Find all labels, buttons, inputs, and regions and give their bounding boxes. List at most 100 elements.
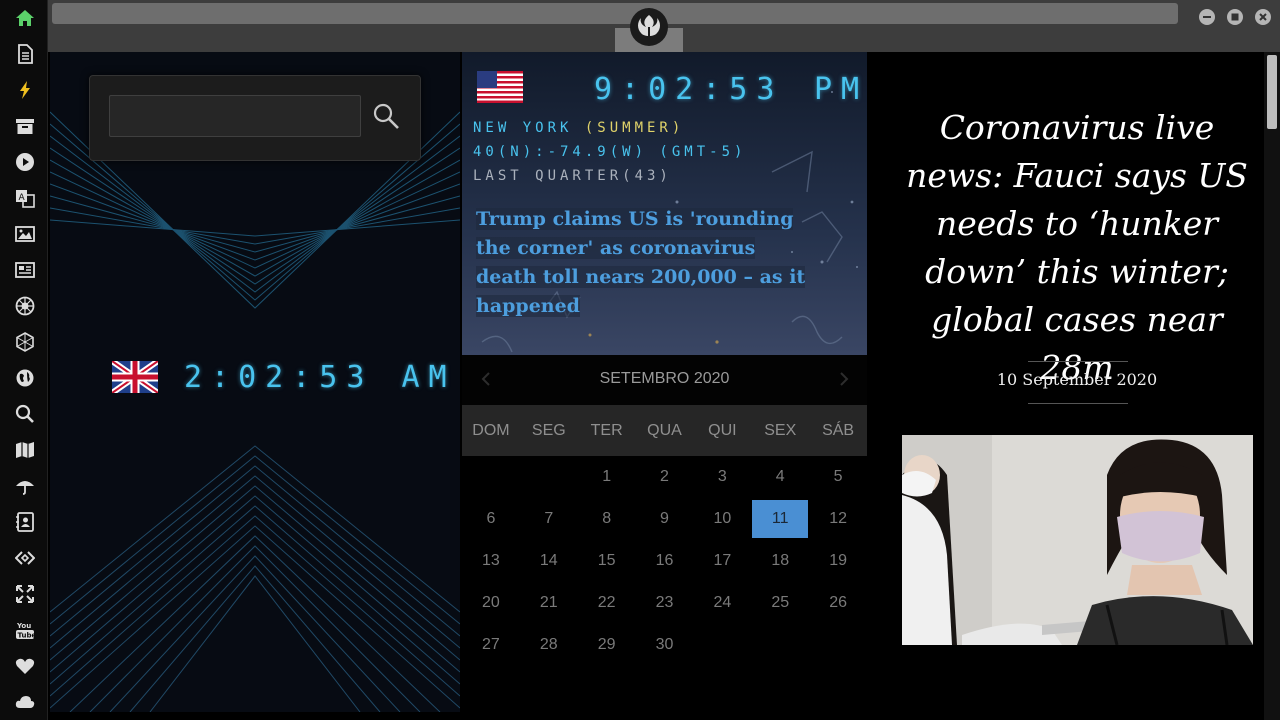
weekday-label: SÁB	[822, 421, 855, 439]
hexagon-network-icon[interactable]	[14, 331, 36, 353]
globe-icon[interactable]	[14, 367, 36, 389]
uk-clock: 2:02:53 AM	[112, 359, 456, 395]
rebel-alliance-icon[interactable]	[14, 295, 36, 317]
url-bar[interactable]	[52, 3, 1178, 24]
rebel-alliance-icon[interactable]	[630, 8, 668, 46]
calendar-day[interactable]: 23	[636, 582, 694, 624]
contacts-icon[interactable]	[14, 511, 36, 533]
window-titlebar	[48, 0, 1280, 52]
code-link-icon[interactable]	[14, 547, 36, 569]
calendar-header: SETEMBRO 2020	[462, 355, 867, 405]
calendar-day[interactable]: 6	[462, 498, 520, 540]
uk-flag-icon	[112, 361, 158, 393]
calendar-day[interactable]: 19	[809, 540, 867, 582]
calendar-day[interactable]: 24	[693, 582, 751, 624]
archive-icon[interactable]	[14, 115, 36, 137]
calendar-day[interactable]: 17	[693, 540, 751, 582]
svg-text:You: You	[16, 622, 31, 630]
search-icon[interactable]	[370, 100, 402, 132]
chevron-right-icon[interactable]	[832, 368, 854, 390]
maximize-icon[interactable]	[1227, 9, 1243, 25]
calendar-day[interactable]: 7	[520, 498, 578, 540]
uk-ampm: AM	[401, 359, 456, 395]
news-calendar-panel: 9:02:53 PM NEW YORK (SUMMER) 40(N):-74.9…	[462, 52, 867, 712]
article-panel: Coronavirus live news: Fauci says US nee…	[868, 52, 1264, 712]
calendar-day[interactable]: 29	[578, 624, 636, 666]
timezone-coords: 40(N):-74.9(W) (GMT-5)	[473, 144, 747, 160]
calendar-day[interactable]: 12	[809, 498, 867, 540]
calendar-day[interactable]: 8	[578, 498, 636, 540]
calendar-weekdays: DOM SEG TER QUA QUI SEX SÁB	[462, 405, 867, 456]
fullscreen-icon[interactable]	[14, 583, 36, 605]
world-clock-panel: 2:02:53 AM	[50, 52, 460, 712]
us-time: 9:02:53	[594, 72, 784, 107]
weekday-label: QUI	[708, 421, 737, 439]
calendar-day[interactable]: 5	[809, 456, 867, 498]
search-box	[89, 75, 421, 161]
translate-icon[interactable]: A	[14, 187, 36, 209]
article-date: 10 September 2020	[996, 370, 1158, 389]
play-icon[interactable]	[14, 151, 36, 173]
calendar-day[interactable]: 22	[578, 582, 636, 624]
calendar-day[interactable]: 9	[636, 498, 694, 540]
divider	[1028, 403, 1128, 404]
calendar-day[interactable]: 28	[520, 624, 578, 666]
weekday-label: SEX	[764, 421, 797, 439]
svg-text:A: A	[19, 193, 26, 203]
app-sidebar: A You Tube	[0, 0, 48, 720]
calendar-day[interactable]: 20	[462, 582, 520, 624]
calendar-day[interactable]: 27	[462, 624, 520, 666]
calendar-day[interactable]: 13	[462, 540, 520, 582]
calendar-day[interactable]: 15	[578, 540, 636, 582]
heart-icon[interactable]	[14, 655, 36, 677]
youtube-icon[interactable]: You Tube	[14, 619, 36, 641]
search-icon[interactable]	[14, 403, 36, 425]
news-headline-text: Trump claims US is 'rounding the corner'…	[476, 208, 806, 317]
weekday-label: DOM	[472, 421, 510, 439]
season-label: (SUMMER)	[584, 120, 685, 136]
calendar-day[interactable]: 10	[693, 498, 751, 540]
close-icon[interactable]	[1255, 9, 1271, 25]
news-headline-link[interactable]: Trump claims US is 'rounding the corner'…	[476, 205, 816, 321]
scrollbar[interactable]	[1264, 52, 1280, 720]
calendar-days: 1 2 3 4 5 6 7 8 9 10 11 12 13 14 15 16 17 18 19 20 21 22 23 24 2…	[462, 456, 867, 666]
calendar-day[interactable]: 16	[636, 540, 694, 582]
cloud-icon[interactable]	[14, 691, 36, 713]
umbrella-icon[interactable]	[14, 475, 36, 497]
image-icon[interactable]	[14, 223, 36, 245]
minimize-icon[interactable]	[1199, 9, 1215, 25]
calendar: SETEMBRO 2020 DOM SEG TER QUA QUI SEX SÁ…	[462, 355, 867, 712]
newspaper-icon[interactable]	[14, 259, 36, 281]
scrollbar-thumb[interactable]	[1267, 55, 1277, 129]
calendar-blank	[520, 456, 578, 498]
uk-time: 2:02:53	[184, 359, 374, 395]
calendar-blank	[462, 456, 520, 498]
calendar-day[interactable]: 30	[636, 624, 694, 666]
map-icon[interactable]	[14, 439, 36, 461]
us-clock-news: 9:02:53 PM NEW YORK (SUMMER) 40(N):-74.9…	[462, 52, 867, 355]
article-photo[interactable]	[902, 435, 1253, 645]
article-title[interactable]: Coronavirus live news: Fauci says US nee…	[890, 104, 1264, 392]
us-flag-icon	[477, 71, 523, 103]
home-icon[interactable]	[14, 7, 36, 29]
moon-phase: LAST QUARTER(43)	[473, 168, 672, 184]
calendar-day[interactable]: 25	[751, 582, 809, 624]
calendar-day[interactable]: 18	[751, 540, 809, 582]
document-icon[interactable]	[14, 43, 36, 65]
us-ampm: PM	[814, 72, 867, 107]
lightning-icon[interactable]	[14, 79, 36, 101]
calendar-day-selected[interactable]: 11	[752, 500, 809, 538]
timezone-city: NEW YORK (SUMMER)	[473, 120, 684, 136]
divider	[1028, 361, 1128, 362]
calendar-day[interactable]: 21	[520, 582, 578, 624]
calendar-day[interactable]: 14	[520, 540, 578, 582]
search-input[interactable]	[109, 95, 361, 137]
calendar-day[interactable]: 4	[751, 456, 809, 498]
calendar-day[interactable]: 2	[636, 456, 694, 498]
calendar-day[interactable]: 3	[693, 456, 751, 498]
weekday-label: QUA	[647, 421, 682, 439]
svg-text:Tube: Tube	[18, 632, 36, 640]
weekday-label: SEG	[531, 421, 566, 439]
calendar-day[interactable]: 1	[578, 456, 636, 498]
calendar-day[interactable]: 26	[809, 582, 867, 624]
